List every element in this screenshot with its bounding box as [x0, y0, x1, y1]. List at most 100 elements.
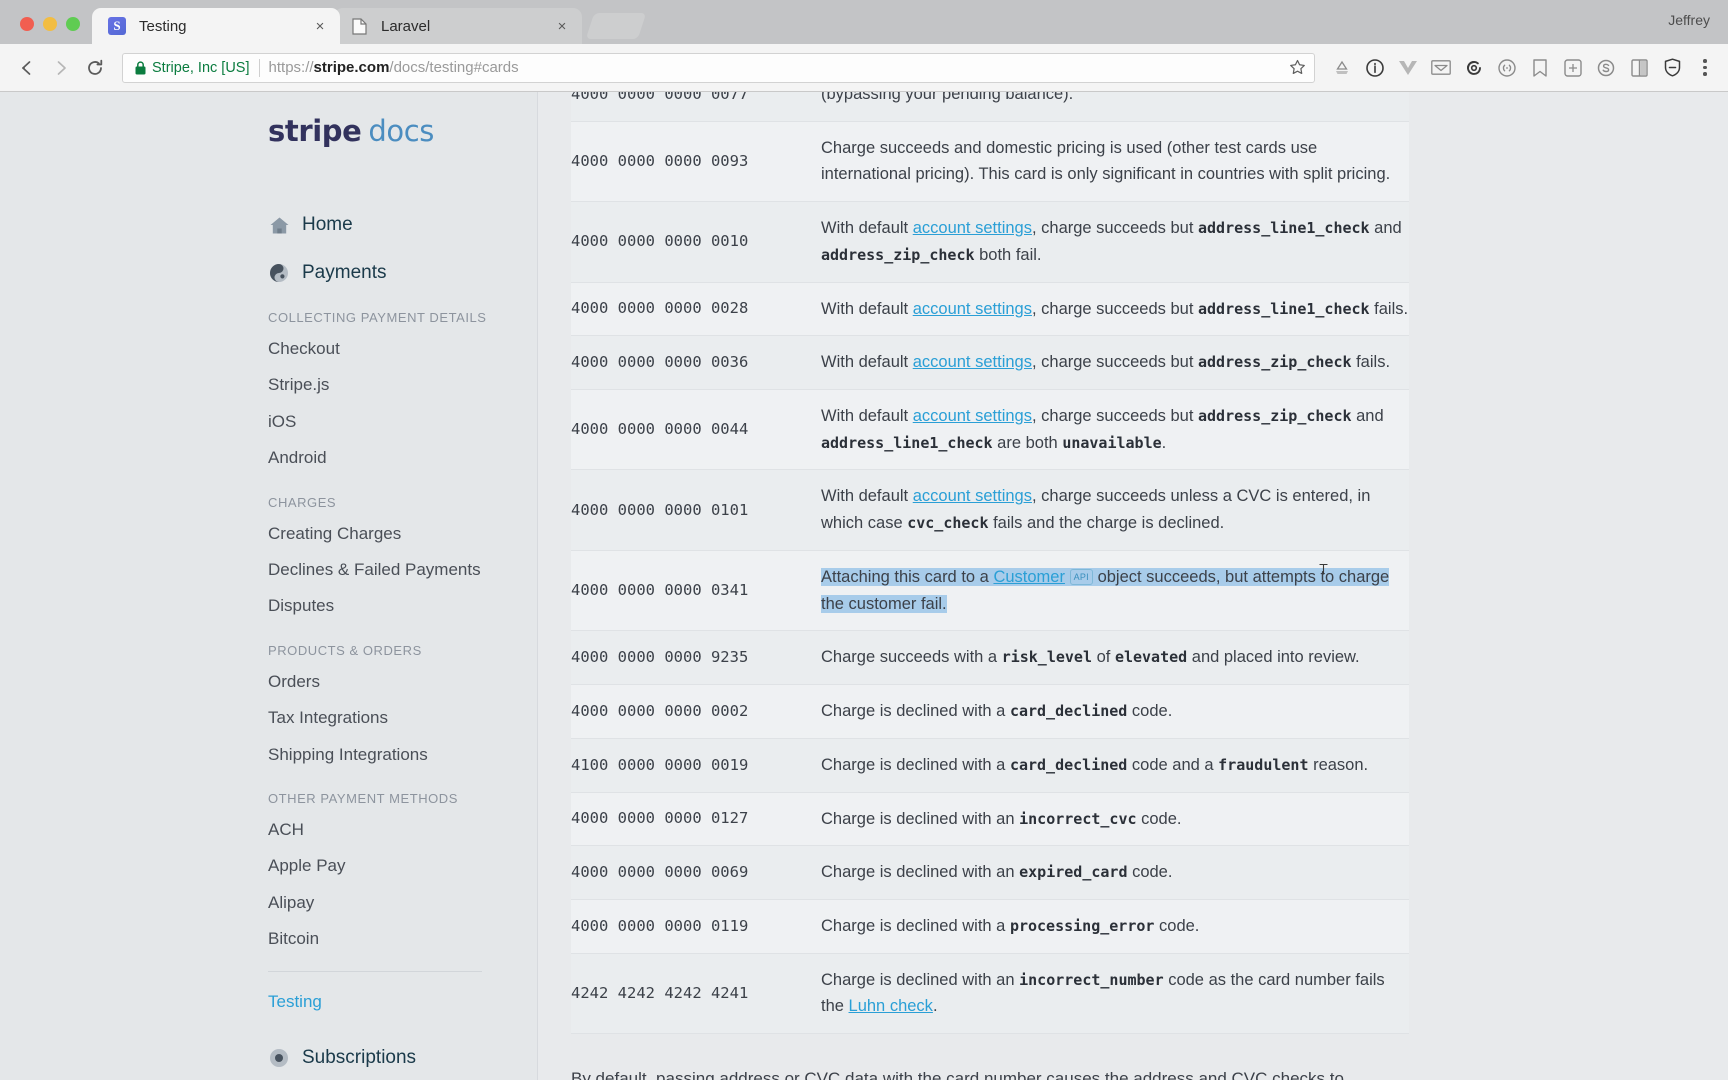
sidebar-item-ach[interactable]: ACH — [268, 820, 537, 840]
tab-strip: S Testing × Laravel × Jeffrey — [0, 0, 1728, 44]
info-circle-icon[interactable] — [1360, 53, 1390, 83]
sidebar-item-home[interactable]: Home — [268, 214, 537, 236]
sidebar-nav: Home Payments Collecting payment details… — [0, 214, 537, 1080]
card-number-cell: 4000 0000 0000 0101 — [571, 469, 821, 551]
account-settings-link[interactable]: account settings — [913, 487, 1032, 505]
tab-laravel[interactable]: Laravel × — [334, 8, 582, 44]
table-row: 4000 0000 0000 0341 Attaching this card t… — [571, 550, 1409, 632]
sidebar-item-tax-integrations[interactable]: Tax Integrations — [268, 708, 537, 728]
sidebar-item-creating-charges[interactable]: Creating Charges — [268, 524, 537, 544]
sidebar-item-stripejs[interactable]: Stripe.js — [268, 375, 537, 395]
docs-content: 4000 0000 0000 0077 (bypassing your pendi… — [538, 92, 1728, 1080]
three-dots-menu-icon[interactable] — [1692, 53, 1718, 83]
sidebar-item-alipay[interactable]: Alipay — [268, 893, 537, 913]
window-controls — [12, 17, 92, 44]
card-description-cell: Charge succeeds with a risk_level of ele… — [821, 630, 1409, 686]
sidebar-item-label: Home — [302, 214, 353, 235]
reload-icon[interactable] — [78, 51, 112, 85]
site-identity-label: Stripe, Inc [US] — [152, 59, 250, 76]
stripe-favicon-icon: S — [108, 17, 126, 35]
adblock-icon[interactable] — [1657, 53, 1687, 83]
card-description-cell: Charge is declined with an incorrect_cvc… — [821, 792, 1409, 847]
sidebar-item-android[interactable]: Android — [268, 448, 537, 468]
close-tab-icon[interactable]: × — [310, 16, 330, 36]
back-arrow-icon[interactable] — [10, 51, 44, 85]
address-bar[interactable]: Stripe, Inc [US] https://stripe.com/docs… — [122, 52, 1315, 83]
sidebar-item-bitcoin[interactable]: Bitcoin — [268, 929, 537, 949]
sidebar-item-declines-failed-payments[interactable]: Declines & Failed Payments — [268, 560, 537, 580]
stripe-docs-logo[interactable]: stripe docs — [0, 114, 537, 148]
card-number-cell: 4000 0000 0000 0028 — [571, 282, 821, 337]
card-number-cell: 4000 0000 0000 0002 — [571, 684, 821, 739]
sidebar-item-checkout[interactable]: Checkout — [268, 339, 537, 359]
skype-icon[interactable] — [1591, 53, 1621, 83]
customer-link[interactable]: Customer — [993, 568, 1065, 586]
logo-brand: stripe — [268, 114, 362, 148]
card-description-cell: Charge is declined with an incorrect_num… — [821, 953, 1409, 1035]
logo-product: docs — [368, 114, 435, 148]
card-number-cell: 4000 0000 0000 0341 — [571, 550, 821, 632]
tab-title: Testing — [139, 17, 187, 35]
card-description-cell: Charge is declined with a card_declined … — [821, 684, 1409, 739]
new-tab-button[interactable] — [585, 13, 647, 39]
sidebar-item-ios[interactable]: iOS — [268, 412, 537, 432]
forward-arrow-icon[interactable] — [44, 51, 78, 85]
lastpass-icon[interactable] — [1558, 53, 1588, 83]
sidebar-bottom-nav: Subscriptions Connect Relay — [268, 1047, 537, 1080]
card-description-cell: Charge is declined with a processing_err… — [821, 899, 1409, 954]
card-description-cell: With default account settings, charge su… — [821, 335, 1409, 391]
table-row: 4000 0000 0000 0002 Charge is declined wi… — [571, 684, 1409, 739]
split-view-icon[interactable] — [1624, 53, 1654, 83]
sidebar-item-orders[interactable]: Orders — [268, 672, 537, 692]
card-number-cell: 4000 0000 0000 0036 — [571, 335, 821, 391]
table-row: 4000 0000 0000 0036 With default account … — [571, 335, 1409, 391]
envelope-icon[interactable] — [1426, 53, 1456, 83]
tab-title: Laravel — [381, 17, 431, 35]
card-number-cell: 4000 0000 0000 0077 — [571, 92, 821, 122]
table-row: 4000 0000 0000 0119 Charge is declined wi… — [571, 899, 1409, 954]
sidebar-item-disputes[interactable]: Disputes — [268, 596, 537, 616]
sidebar-item-payments[interactable]: Payments — [268, 262, 537, 284]
card-number-cell: 4242 4242 4242 4241 — [571, 953, 821, 1035]
refresh-clock-icon[interactable] — [1459, 53, 1489, 83]
card-number-cell: 4000 0000 0000 0069 — [571, 845, 821, 900]
close-tab-icon[interactable]: × — [552, 16, 572, 36]
sidebar-item-apple-pay[interactable]: Apple Pay — [268, 856, 537, 876]
document-favicon-icon — [350, 17, 368, 35]
sidebar-item-testing[interactable]: Testing — [268, 992, 537, 1012]
table-row: 4000 0000 0000 0044 With default account … — [571, 389, 1409, 471]
card-description-cell: Charge is declined with an expired_card … — [821, 845, 1409, 900]
url-text: https://stripe.com/docs/testing#cards — [269, 59, 519, 76]
table-body: 4000 0000 0000 0077 (bypassing your pendi… — [571, 92, 1409, 1035]
table-row: 4000 0000 0000 0010 With default account … — [571, 201, 1409, 283]
account-settings-link[interactable]: account settings — [913, 300, 1032, 318]
card-description-cell: With default account settings, charge su… — [821, 389, 1409, 471]
bookmark-panel-icon[interactable] — [1525, 53, 1555, 83]
table-row: 4000 0000 0000 0093 Charge succeeds and d… — [571, 121, 1409, 203]
close-window-button[interactable] — [20, 17, 34, 31]
minimize-window-button[interactable] — [43, 17, 57, 31]
account-settings-link[interactable]: account settings — [913, 407, 1032, 425]
sidebar-heading: Products & Orders — [268, 642, 422, 658]
payments-circle-icon — [268, 262, 290, 284]
parentheses-circle-icon[interactable] — [1492, 53, 1522, 83]
account-settings-link[interactable]: account settings — [913, 353, 1032, 371]
maximize-window-button[interactable] — [66, 17, 80, 31]
sidebar-item-shipping-integrations[interactable]: Shipping Integrations — [268, 745, 537, 765]
browser-window: S Testing × Laravel × Jeffrey Stripe, In… — [0, 0, 1728, 1080]
table-row: 4100 0000 0000 0019 Charge is declined wi… — [571, 738, 1409, 793]
profile-name[interactable]: Jeffrey — [1668, 12, 1710, 28]
sidebar-item-subscriptions[interactable]: Subscriptions — [268, 1047, 537, 1069]
tab-testing[interactable]: S Testing × — [92, 8, 340, 44]
vue-devtools-icon[interactable] — [1393, 53, 1423, 83]
sidebar-divider — [268, 971, 482, 973]
account-settings-link[interactable]: account settings — [913, 219, 1032, 237]
table-row: 4000 0000 0000 0101 With default account … — [571, 469, 1409, 551]
page-body: stripe docs Home Payments COLLECTING PAY… — [0, 92, 1728, 1080]
boat-extension-icon[interactable] — [1327, 53, 1357, 83]
bookmark-star-icon[interactable] — [1281, 59, 1306, 76]
luhn-check-link[interactable]: Luhn check — [849, 997, 933, 1015]
card-description-cell: With default account settings, charge su… — [821, 201, 1409, 283]
card-description-cell: (bypassing your pending balance). — [821, 92, 1409, 122]
docs-sidebar: stripe docs Home Payments COLLECTING PAY… — [0, 92, 538, 1080]
